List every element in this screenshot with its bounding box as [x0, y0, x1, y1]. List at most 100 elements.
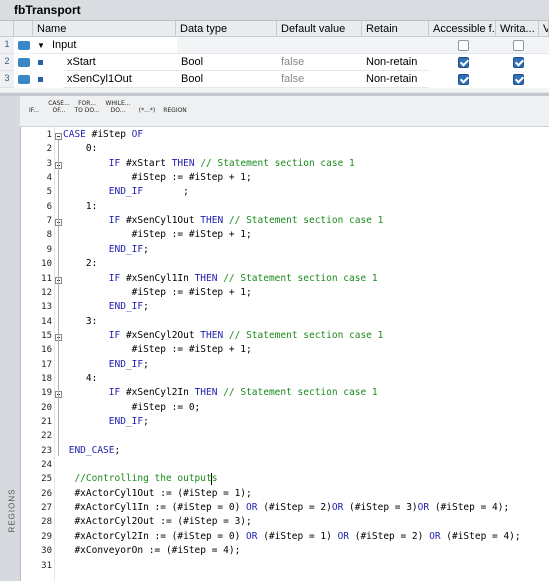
code-token: 3:	[63, 315, 98, 327]
keyword-token: THEN	[194, 387, 224, 399]
code-line[interactable]: END_IF ;	[63, 186, 189, 197]
code-line[interactable]: 2:	[63, 258, 97, 269]
col-header-retain[interactable]: Retain	[362, 21, 429, 37]
keyword-token: OF	[131, 129, 144, 140]
col-header-writable[interactable]: Writa...	[496, 21, 539, 37]
writable-checkbox[interactable]	[513, 57, 524, 68]
code-line[interactable]: 4:	[63, 373, 97, 384]
region-button[interactable]: REGION	[161, 107, 189, 129]
code-token: #xSenCyl2Out	[125, 329, 201, 341]
variable-type[interactable]: Bool	[177, 54, 277, 71]
editor-title-bar: fbTransport	[0, 0, 549, 21]
variable-type[interactable]: Bool	[177, 71, 277, 88]
code-line[interactable]: IF #xStart THEN // Statement section cas…	[63, 158, 355, 169]
collapse-triangle-icon[interactable]: ▼	[37, 41, 45, 50]
comment-button[interactable]: (*...*)	[136, 107, 158, 129]
col-header-default[interactable]: Default value	[277, 21, 362, 37]
code-line[interactable]: END_IF;	[63, 301, 149, 312]
col-header-visible[interactable]: V	[539, 21, 549, 37]
for-to-do-button[interactable]: FOR... TO DO...	[73, 100, 101, 122]
variable-default[interactable]: false	[277, 54, 362, 71]
line-number: 29	[41, 531, 52, 542]
code-line[interactable]: #iStep := 0;	[63, 402, 201, 413]
accessible-checkbox[interactable]	[458, 74, 469, 85]
code-line[interactable]: #xActorCyl2Out := (#iStep = 3);	[63, 516, 251, 527]
variable-name[interactable]: xSenCyl1Out	[63, 71, 177, 88]
line-number: 27	[41, 503, 52, 514]
code-line[interactable]: END_IF;	[63, 359, 149, 370]
accessible-checkbox[interactable]	[458, 57, 469, 68]
line-number: 30	[41, 546, 52, 557]
while-do-button[interactable]: WHILE... DO...	[104, 100, 132, 122]
bool-variable-icon	[38, 60, 43, 65]
writable-checkbox[interactable]	[513, 74, 524, 85]
code-token: #iStep := #iStep + 1;	[63, 286, 252, 298]
line-number: 1	[46, 130, 52, 140]
for-button-label2: TO DO...	[74, 107, 100, 114]
line-number: 15	[41, 330, 52, 341]
comment-token: // Statement section case 1	[223, 272, 378, 284]
keyword-token: THEN	[171, 157, 201, 169]
code-token: #iStep := #iStep + 1;	[63, 229, 252, 241]
col-header-datatype[interactable]: Data type	[176, 21, 277, 37]
accessible-checkbox[interactable]	[458, 40, 469, 51]
icon-header	[14, 21, 33, 37]
line-number: 9	[46, 244, 52, 255]
variable-retain[interactable]: Non-retain	[362, 54, 429, 71]
code-line[interactable]: IF #xSenCyl2In THEN // Statement section…	[63, 387, 378, 398]
code-token: #xSenCyl2In	[125, 387, 195, 399]
line-number: 3	[46, 158, 52, 169]
case-of-button[interactable]: CASE... OF...	[48, 100, 70, 122]
code-line[interactable]: IF #xSenCyl1Out THEN // Statement sectio…	[63, 215, 384, 227]
code-token: 1:	[63, 200, 98, 212]
variable-retain[interactable]: Non-retain	[362, 71, 429, 88]
code-line[interactable]: #iStep := #iStep + 1;	[63, 172, 252, 183]
code-line[interactable]: IF #xSenCyl1In THEN // Statement section…	[63, 273, 378, 284]
code-line[interactable]: 0:	[63, 143, 97, 154]
code-line[interactable]: 1:	[63, 201, 97, 212]
regions-sidebar[interactable]: REGIONS	[0, 96, 21, 581]
comment-button-label: (*...*)	[138, 107, 156, 114]
code-token: 2:	[63, 258, 98, 270]
variable-name[interactable]: xStart	[63, 54, 177, 71]
line-number: 7	[46, 216, 52, 227]
line-number: 16	[41, 345, 52, 356]
code-line[interactable]: END_IF;	[63, 416, 149, 427]
line-number: 25	[41, 474, 52, 485]
keyword-token: END_IF	[108, 358, 144, 370]
code-token: ;	[143, 186, 189, 198]
if-button[interactable]: IF...	[25, 107, 43, 129]
code-line[interactable]: #iStep := #iStep + 1;	[63, 229, 252, 240]
col-header-name[interactable]: Name	[33, 21, 176, 37]
code-line[interactable]: 3:	[63, 316, 97, 327]
code-line[interactable]: IF #xSenCyl2Out THEN // Statement sectio…	[63, 329, 384, 341]
code-line[interactable]: #xConveyorOn := (#iStep = 4);	[63, 545, 240, 556]
code-line[interactable]: END_IF;	[63, 244, 149, 255]
code-editor[interactable]: 1 CASE #iStep OF 2 0: 3 IF #xStart THEN // …	[21, 127, 549, 581]
code-token: #xConveyorOn := (#iStep = 4);	[63, 545, 241, 557]
keyword-token: OR	[417, 502, 430, 514]
code-line[interactable]: #xActorCyl2In := (#iStep = 0) OR (#iStep…	[63, 531, 520, 542]
code-line[interactable]: #iStep := #iStep + 1;	[63, 287, 252, 298]
code-line[interactable]: //Controlling the outputs	[63, 473, 217, 484]
text-caret	[211, 473, 212, 486]
section-name: Input	[51, 39, 77, 51]
writable-checkbox[interactable]	[513, 40, 524, 51]
table-row-input[interactable]: ▼ Input	[33, 37, 177, 54]
variable-default[interactable]: false	[277, 71, 362, 88]
row-filler	[177, 37, 549, 54]
code-line[interactable]: #xActorCyl1Out := (#iStep = 1);	[63, 488, 251, 499]
keyword-token: END_IF	[108, 243, 144, 255]
code-line[interactable]: #xActorCyl1In := (#iStep = 0) OR (#iStep…	[63, 502, 509, 513]
code-line[interactable]: #iStep := #iStep + 1;	[63, 344, 252, 355]
fold-toggle-icon[interactable]	[55, 133, 62, 140]
comment-token: // Statement section case 1	[228, 215, 384, 227]
line-number: 26	[41, 488, 52, 499]
code-line[interactable]: CASE #iStep OF	[63, 129, 143, 140]
code-line[interactable]: END_CASE;	[63, 445, 121, 456]
row-number: 2	[0, 54, 14, 71]
block-title: fbTransport	[14, 3, 81, 17]
col-header-accessible[interactable]: Accessible f...	[429, 21, 496, 37]
